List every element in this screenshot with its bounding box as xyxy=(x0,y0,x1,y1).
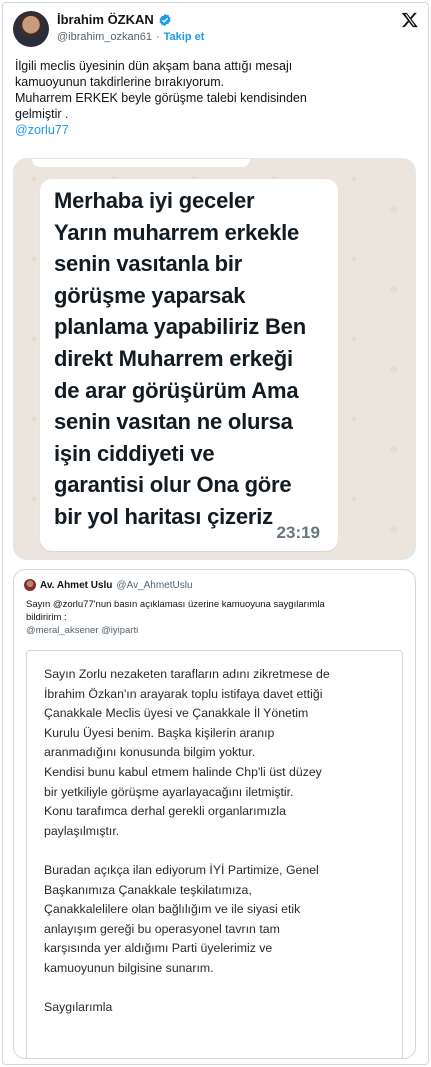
statement-closing: Saygılarımla xyxy=(44,1000,113,1015)
message-text: Merhaba iyi geceler Yarın muharrem erkek… xyxy=(54,185,334,533)
statement-document-image: Sayın Zorlu nezaketen tarafların adını z… xyxy=(26,650,403,1058)
quoted-author-avatar xyxy=(24,579,36,591)
tweet-mention-link[interactable]: @zorlu77 xyxy=(15,122,419,138)
statement-line: paylaşılmıştır. xyxy=(44,823,120,838)
tweet-line: gelmiştir . xyxy=(15,107,69,121)
previous-message-bubble xyxy=(32,159,250,167)
statement-line: aranmadığını konusunda bilgim yoktur. xyxy=(44,745,256,760)
statement-line: Başkanımıza Çanakkale teşkilatımıza, xyxy=(44,882,252,897)
statement-line: Sayın Zorlu nezaketen tarafların adını z… xyxy=(44,667,330,681)
quoted-tweet-text: Sayın @zorlu77'nun basın açıklaması üzer… xyxy=(26,598,406,637)
x-logo-icon[interactable] xyxy=(401,11,419,29)
whatsapp-screenshot-image[interactable]: Merhaba iyi geceler Yarın muharrem erkek… xyxy=(13,158,416,560)
message-line: de arar görüşürüm Ama xyxy=(54,377,299,403)
message-line: planlama yapabiliriz Ben xyxy=(54,314,306,340)
tweet-header: İbrahim ÖZKAN @ibrahim_ozkan61 · Takip e… xyxy=(13,9,423,51)
message-line: garantisi olur Ona göre xyxy=(54,472,292,498)
quoted-mentions: @meral_aksener @iyiparti xyxy=(26,625,139,636)
statement-line: İbrahim Özkan'ın arayarak toplu istifaya… xyxy=(44,686,323,701)
statement-line: Konu tarafımca derhal gerekli organlarım… xyxy=(44,804,286,819)
message-line: senin vasıtanla bir xyxy=(54,251,243,277)
message-line: direkt Muharrem erkeği xyxy=(54,345,293,371)
statement-paragraph: Buradan açıkça ilan ediyorum İYİ Partimi… xyxy=(44,861,389,979)
message-bubble: Merhaba iyi geceler Yarın muharrem erkek… xyxy=(40,179,338,551)
author-handle-row: @ibrahim_ozkan61 · Takip et xyxy=(57,31,204,43)
statement-line: Kendisi bunu kabul etmem halinde Chp'li … xyxy=(44,764,322,779)
quoted-text-line: Sayın @zorlu77'nun basın açıklaması üzer… xyxy=(26,599,325,610)
message-line: işin ciddiyeti ve xyxy=(54,440,215,466)
message-line: Yarın muharrem erkekle xyxy=(54,219,300,245)
quoted-author-handle: @Av_AhmetUslu xyxy=(116,579,193,591)
message-line: Merhaba iyi geceler xyxy=(54,188,255,213)
tweet-line: Muharrem ERKEK beyle görüşme talebi kend… xyxy=(15,91,307,105)
statement-line: Buradan açıkça ilan ediyorum İYİ Partimi… xyxy=(44,862,319,877)
statement-paragraph: Sayın Zorlu nezaketen tarafların adını z… xyxy=(44,665,389,841)
quoted-text-line: bildiririm : xyxy=(26,612,67,623)
statement-line: kamuoyunun bilgisine sunarım. xyxy=(44,960,214,975)
author-avatar[interactable] xyxy=(13,11,49,47)
author-name[interactable]: İbrahim ÖZKAN xyxy=(57,12,154,27)
author-name-row: İbrahim ÖZKAN xyxy=(57,12,172,27)
message-line: görüşme yaparsak xyxy=(54,282,246,308)
statement-line: karşısında yer aldığımı Parti üyelerimiz… xyxy=(44,941,273,956)
tweet-line: kamuoyunun takdirlerine bırakıyorum. xyxy=(15,75,225,89)
statement-text: Sayın Zorlu nezaketen tarafların adını z… xyxy=(44,665,389,1018)
statement-line: Kurulu Üyesi benim. Başka kişilerin aran… xyxy=(44,725,275,740)
tweet-card: İbrahim ÖZKAN @ibrahim_ozkan61 · Takip e… xyxy=(2,2,429,1065)
statement-line: Çanakkalelilere olan bağlılığım ve ile s… xyxy=(44,902,301,917)
tweet-text: İlgili meclis üyesinin dün akşam bana at… xyxy=(15,58,419,138)
quoted-author-name: Av. Ahmet Uslu xyxy=(40,579,113,591)
follow-button[interactable]: Takip et xyxy=(164,31,205,43)
tweet-line: İlgili meclis üyesinin dün akşam bana at… xyxy=(15,59,293,73)
quoted-tweet[interactable]: Av. Ahmet Uslu @Av_AhmetUslu Sayın @zorl… xyxy=(13,569,416,1059)
message-line: senin vasıtan ne olursa xyxy=(54,409,293,435)
message-time: 23:19 xyxy=(276,523,320,542)
statement-line: anlayışım gereği bu operasyonel tavrın t… xyxy=(44,921,280,936)
verified-badge-icon xyxy=(159,13,171,26)
separator-dot: · xyxy=(155,31,160,43)
statement-line: Çanakkale Meclis üyesi ve Çanakkale İl Y… xyxy=(44,706,309,721)
author-handle[interactable]: @ibrahim_ozkan61 xyxy=(57,31,152,43)
statement-line: bir yetkiliyle görüşme ayarlayacağını il… xyxy=(44,784,294,799)
quoted-tweet-header: Av. Ahmet Uslu @Av_AhmetUslu xyxy=(24,579,193,591)
